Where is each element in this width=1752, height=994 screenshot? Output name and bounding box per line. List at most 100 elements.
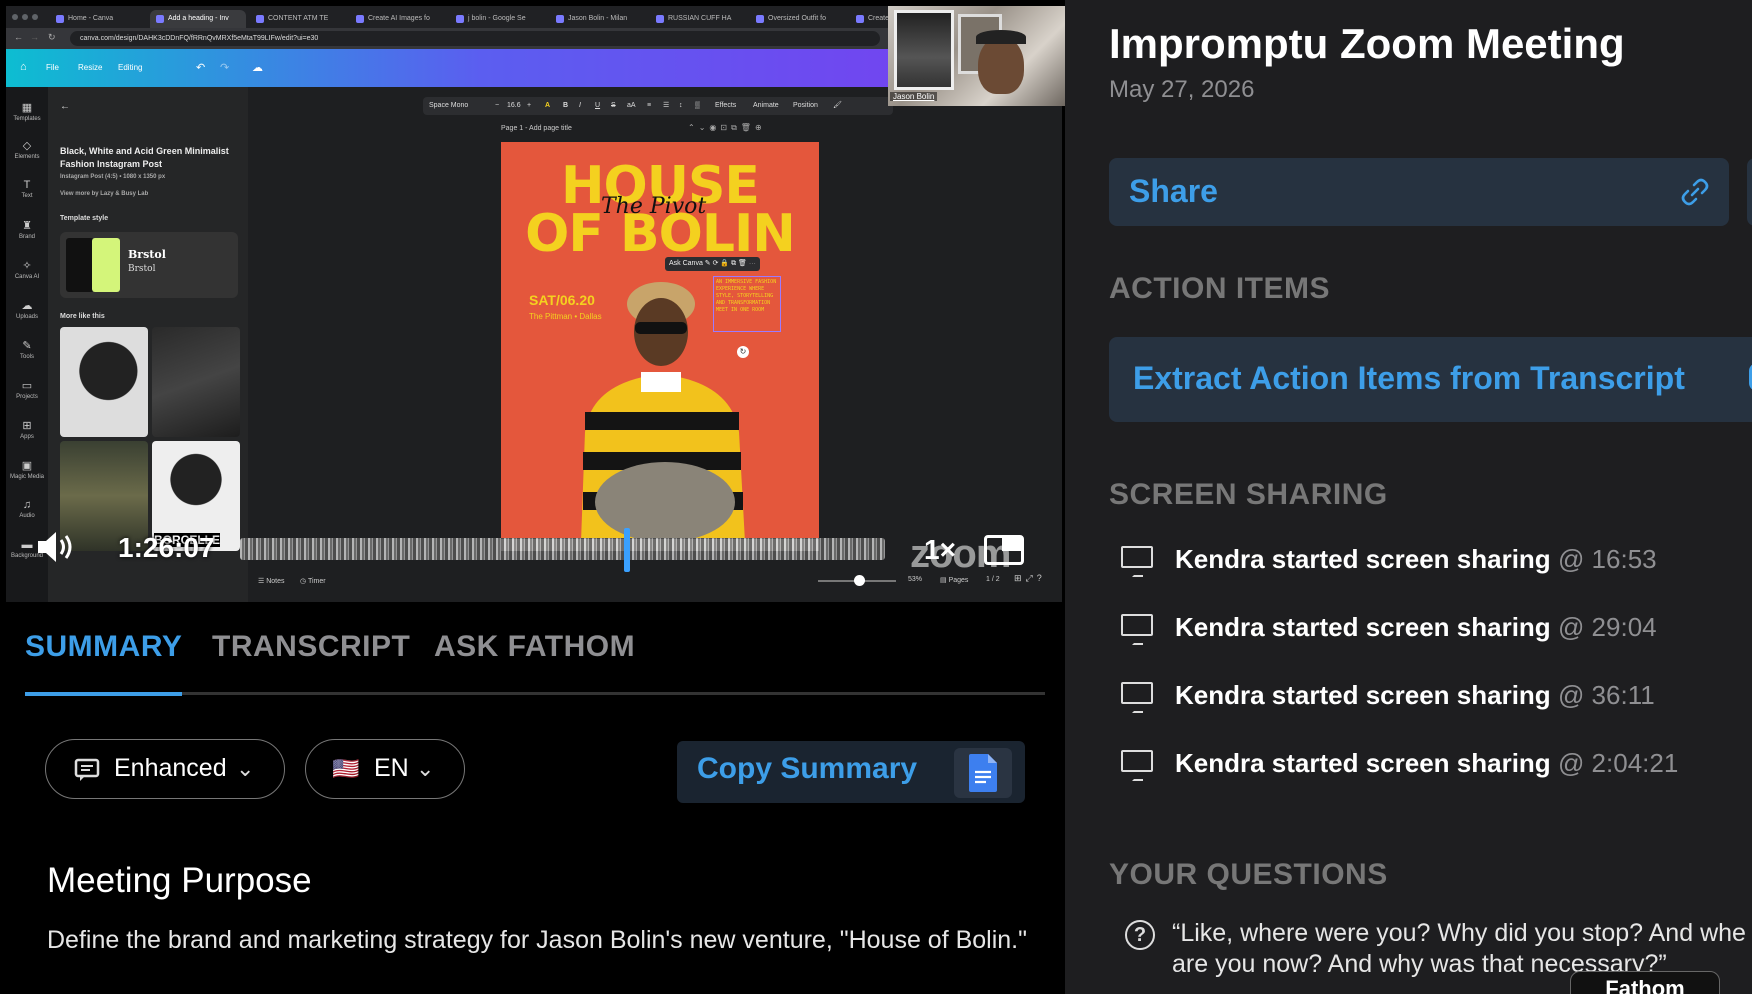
browser-tab[interactable]: CONTENT ATM TE: [250, 10, 346, 28]
redo-icon[interactable]: ↷: [220, 61, 229, 74]
page-title[interactable]: Page 1 - Add page title: [501, 125, 572, 132]
browser-tab-label: Jason Bolin - Milan: [568, 15, 628, 22]
browser-tab-label: Create: [868, 15, 890, 22]
zoom-slider[interactable]: [818, 575, 896, 586]
screen-sharing-timestamp[interactable]: @ 29:04: [1558, 612, 1657, 642]
template-thumbnail[interactable]: [60, 327, 148, 437]
page-actions[interactable]: ⌃⌄◉⊡⧉🗑⊕: [688, 123, 766, 133]
screen-sharing-label: Kendra started screen sharing: [1175, 544, 1551, 574]
browser-tab[interactable]: RUSSIAN CUFF HA: [650, 10, 746, 28]
screen-sharing-timestamp[interactable]: @ 2:04:21: [1558, 748, 1678, 778]
rail-audio[interactable]: ♫ Audio: [6, 499, 48, 519]
editing-menu[interactable]: Editing: [118, 49, 142, 87]
language-label: EN: [374, 754, 409, 782]
google-docs-icon[interactable]: [954, 748, 1012, 798]
style-sample: Brstol: [128, 248, 166, 261]
rail-text[interactable]: T Text: [6, 179, 48, 199]
tab-summary[interactable]: SUMMARY: [25, 630, 182, 664]
back-icon[interactable]: ←: [14, 32, 23, 42]
rail-uploads[interactable]: ☁ Uploads: [6, 299, 48, 320]
selected-text-box[interactable]: AN IMMERSIVE FASHION EXPERIENCE WHERE ST…: [713, 276, 781, 332]
font-size-decrease[interactable]: −: [495, 97, 499, 115]
url-field[interactable]: canva.com/design/DAHK3cDDnFQ/fRRnQvMRXf5…: [70, 31, 880, 46]
meeting-purpose-text: Define the brand and marketing strategy …: [47, 926, 1028, 954]
rail-canva-ai[interactable]: ✧ Canva AI: [6, 259, 48, 280]
copy-summary-button[interactable]: Copy Summary: [677, 741, 1025, 803]
spacing-icon[interactable]: ↕: [679, 97, 683, 115]
text-color-icon[interactable]: A: [545, 97, 550, 115]
rail-brand[interactable]: ♜ Brand: [6, 219, 48, 240]
rail-templates[interactable]: ▦ Templates: [6, 101, 48, 122]
back-arrow-icon[interactable]: ←: [60, 101, 70, 112]
align-icon[interactable]: ≡: [647, 97, 651, 115]
zoom-percent[interactable]: 53%: [908, 576, 922, 583]
font-size-increase[interactable]: +: [527, 97, 531, 115]
list-icon[interactable]: ☰: [663, 97, 669, 115]
notes-button[interactable]: ☰ Notes: [258, 577, 285, 585]
browser-tab-label: Oversized Outfit fo: [768, 15, 826, 22]
home-icon[interactable]: ⌂: [20, 61, 27, 73]
file-menu[interactable]: File: [46, 49, 59, 87]
bold-icon[interactable]: B: [563, 97, 568, 115]
screen-sharing-timestamp[interactable]: @ 16:53: [1558, 544, 1657, 574]
paint-format-icon[interactable]: 🖌: [833, 97, 842, 115]
playhead[interactable]: [624, 528, 630, 572]
canva-left-rail: ▦ Templates ◇ Elements T Text ♜ Brand ✧ Canva…: [6, 87, 48, 602]
transparency-icon[interactable]: ▒: [695, 97, 700, 115]
resize-menu[interactable]: Resize: [78, 49, 102, 87]
template-author-link[interactable]: View more by Lazy & Busy Lab: [60, 188, 240, 201]
action-items-heading: ACTION ITEMS: [1109, 272, 1330, 305]
meeting-video-player[interactable]: Home - Canva Add a heading - Inv CONTENT…: [0, 0, 1065, 602]
tab-transcript[interactable]: TRANSCRIPT: [212, 630, 410, 664]
rail-tools[interactable]: ✎ Tools: [6, 339, 48, 360]
extract-action-items-button[interactable]: Extract Action Items from Transcript: [1109, 337, 1752, 422]
playback-speed-button[interactable]: 1×: [924, 534, 956, 566]
font-select[interactable]: Space Mono: [429, 97, 468, 115]
share-button[interactable]: Share: [1109, 158, 1729, 226]
volume-icon[interactable]: [36, 530, 76, 564]
template-title: Black, White and Acid Green Minimalist F…: [60, 145, 240, 201]
picture-in-picture-icon[interactable]: [984, 535, 1024, 565]
design-poster[interactable]: HOUSE OF BOLIN The Pivot SAT/06.20 The Pi…: [501, 142, 819, 538]
timer-button[interactable]: ◷ Timer: [300, 577, 326, 585]
summary-mode-label: Enhanced: [114, 754, 227, 782]
reload-icon[interactable]: ↻: [48, 32, 56, 43]
link-icon: [1681, 178, 1709, 206]
screen-sharing-timestamp[interactable]: @ 36:11: [1558, 680, 1655, 710]
underline-icon[interactable]: U: [595, 97, 600, 115]
summary-mode-dropdown[interactable]: Enhanced ⌄: [45, 739, 285, 799]
browser-tab[interactable]: Oversized Outfit fo: [750, 10, 846, 28]
font-size-field[interactable]: 16.6: [507, 97, 521, 115]
browser-tab[interactable]: j bolin - Google Se: [450, 10, 546, 28]
undo-icon[interactable]: ↶: [196, 61, 205, 74]
webcam-feed: Jason Bolin: [888, 6, 1065, 106]
secondary-share-button[interactable]: [1747, 158, 1752, 226]
template-style-card[interactable]: Brstol Brstol: [60, 232, 238, 298]
template-thumbnail[interactable]: [152, 327, 240, 437]
italic-icon[interactable]: I: [579, 97, 581, 115]
pages-button[interactable]: ▤ Pages: [940, 576, 968, 584]
tab-ask-fathom[interactable]: ASK FATHOM: [434, 630, 635, 664]
browser-tab[interactable]: Jason Bolin - Milan: [550, 10, 646, 28]
animate-button[interactable]: Animate: [753, 97, 779, 115]
rail-projects[interactable]: ▭ Projects: [6, 379, 48, 400]
case-icon[interactable]: aA: [627, 97, 636, 115]
chevron-down-icon: ⌄: [236, 756, 255, 781]
browser-tab[interactable]: Home - Canva: [50, 10, 146, 28]
forward-icon[interactable]: →: [30, 32, 39, 42]
ask-canva-button[interactable]: Ask Canva ✎ ⟳ 🔒 ⧉ 🗑 ⋯: [665, 257, 760, 271]
rotate-handle-icon[interactable]: ↻: [737, 346, 749, 358]
view-options-icons[interactable]: ⊞⤢?: [1014, 573, 1046, 584]
browser-tab[interactable]: Create AI Images fo: [350, 10, 446, 28]
timeline-scrubber[interactable]: [240, 538, 885, 560]
fathom-tab[interactable]: Fathom: [1570, 971, 1720, 994]
browser-tab[interactable]: Create: [850, 10, 890, 28]
rail-apps[interactable]: ⊞ Apps: [6, 419, 48, 440]
rail-magic-media[interactable]: ▣ Magic Media: [6, 459, 48, 480]
strikethrough-icon[interactable]: S: [611, 97, 616, 115]
language-dropdown[interactable]: 🇺🇸 EN ⌄: [305, 739, 465, 799]
position-button[interactable]: Position: [793, 97, 818, 115]
effects-button[interactable]: Effects: [715, 97, 736, 115]
browser-tab-active[interactable]: Add a heading - Inv: [150, 10, 246, 28]
rail-elements[interactable]: ◇ Elements: [6, 139, 48, 160]
